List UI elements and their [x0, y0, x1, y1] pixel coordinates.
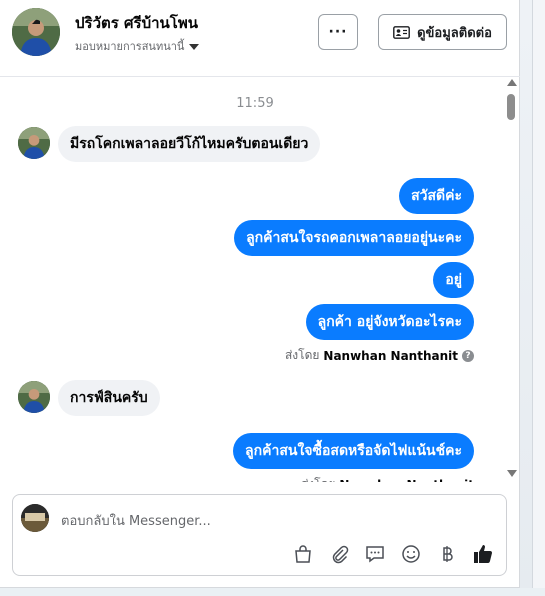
sent-by-prefix: ส่งโดย — [301, 475, 335, 482]
chat-header: ปริวัตร ศรีบ้านโพน มอบหมายการสนทนานี้ ··… — [0, 0, 520, 77]
sent-by-name: Nanwhan Nanthanit — [339, 478, 474, 483]
message-outgoing[interactable]: ลูกค้า อยู่จังหวัดอะไรคะ — [305, 304, 474, 340]
contact-avatar-small — [18, 381, 50, 413]
message-timestamp: 11:59 — [236, 96, 274, 111]
more-options-button[interactable]: ··· — [318, 14, 358, 50]
message-outgoing[interactable]: สวัสดีค่ะ — [399, 178, 474, 214]
message-incoming[interactable]: การฟ์สินครับ — [58, 380, 160, 416]
window-edge — [520, 0, 545, 596]
chat-panel: ปริวัตร ศรีบ้านโพน มอบหมายการสนทนานี้ ··… — [0, 0, 520, 588]
scroll-down-arrow-icon[interactable] — [507, 470, 517, 477]
attachment-icon[interactable] — [328, 543, 350, 565]
reply-input[interactable]: ตอบกลับใน Messenger... — [61, 510, 211, 531]
more-icon: ··· — [328, 24, 348, 40]
message-outgoing[interactable]: ลูกค้าสนใจซื้อสดหรือจัดไฟแน้นช์คะ — [233, 433, 474, 469]
message-outgoing[interactable]: ลูกค้าสนใจรถคอกเพลาลอยอยู่นะคะ — [234, 220, 474, 256]
page-avatar — [21, 504, 49, 532]
contact-name: ปริวัตร ศรีบ้านโพน — [75, 14, 198, 32]
message-thread[interactable]: 11:59 มีรถโคกเพลาลอยวีโก้ไหมครับตอนเดียว… — [0, 78, 510, 482]
view-contact-button[interactable]: ดูข้อมูลติดต่อ — [378, 14, 507, 50]
sent-by-info-partial: ส่งโดย Nanwhan Nanthanit — [301, 475, 474, 482]
message-scrollbar[interactable] — [505, 78, 519, 482]
message-outgoing[interactable]: อยู่ — [433, 262, 474, 298]
contact-avatar[interactable] — [12, 8, 60, 56]
bottom-strip — [0, 588, 545, 596]
view-contact-label: ดูข้อมูลติดต่อ — [417, 25, 492, 41]
scroll-up-arrow-icon[interactable] — [507, 79, 517, 86]
contact-card-icon — [393, 25, 410, 39]
emoji-icon[interactable] — [400, 543, 422, 565]
assign-conversation[interactable]: มอบหมายการสนทนานี้ — [75, 37, 200, 55]
message-incoming[interactable]: มีรถโคกเพลาลอยวีโก้ไหมครับตอนเดียว — [58, 126, 321, 162]
scroll-thumb[interactable] — [507, 94, 515, 120]
caret-down-icon — [189, 43, 200, 50]
like-icon[interactable] — [472, 543, 494, 565]
sent-by-info: ส่งโดย Nanwhan Nanthanit ? — [285, 346, 474, 365]
help-icon[interactable]: ? — [462, 349, 474, 362]
bag-icon[interactable] — [292, 543, 314, 565]
composer-toolbar — [292, 543, 494, 565]
saved-reply-icon[interactable] — [364, 543, 386, 565]
assign-label: มอบหมายการสนทนานี้ — [75, 40, 185, 53]
sent-by-prefix: ส่งโดย — [284, 348, 320, 362]
reply-composer[interactable]: ตอบกลับใน Messenger... — [12, 494, 507, 576]
baht-icon[interactable] — [436, 543, 458, 565]
contact-avatar-small — [18, 127, 50, 159]
sent-by-name: Nanwhan Nanthanit — [323, 348, 458, 363]
